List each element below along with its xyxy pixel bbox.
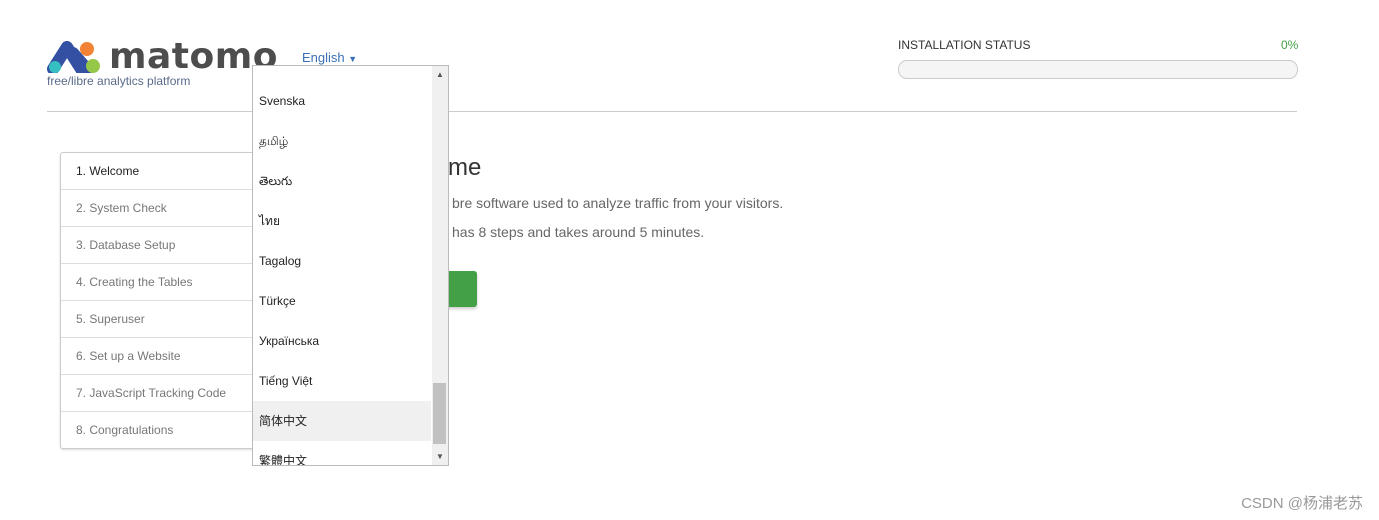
language-dropdown[interactable]: 繁體中文 简体中文 Tiếng Việt Українська Türkçe Tagalo… (252, 65, 449, 466)
dropdown-scrollbar[interactable]: ▲ ▼ (432, 66, 448, 465)
intro-text: bre software used to analyze traffic fro… (452, 195, 784, 211)
step-item: 4. Creating the Tables (61, 263, 271, 300)
scroll-down-icon[interactable]: ▼ (436, 452, 444, 461)
language-option[interactable]: Svenska (253, 81, 431, 121)
language-option[interactable]: Українська (253, 321, 431, 361)
matomo-logo: matomo (47, 36, 278, 77)
installation-status-label: INSTALLATION STATUS (898, 38, 1031, 52)
installation-percent: 0% (1281, 38, 1299, 52)
step-item: 7. JavaScript Tracking Code (61, 374, 271, 411)
installation-progress-bar (898, 60, 1298, 79)
watermark: CSDN @杨浦老苏 (1241, 495, 1363, 512)
language-selector[interactable]: English ▼ (302, 50, 357, 65)
scroll-up-icon[interactable]: ▲ (436, 70, 444, 79)
matomo-logo-icon (47, 40, 100, 73)
language-option[interactable]: தமிழ் (253, 121, 431, 161)
header-divider (47, 111, 1297, 112)
language-option[interactable]: 繁體中文 (253, 441, 431, 465)
step-item: 3. Database Setup (61, 226, 271, 263)
scrollbar-thumb[interactable] (433, 383, 446, 444)
step-item: 6. Set up a Website (61, 337, 271, 374)
page-title: me (448, 154, 482, 181)
step-item: 8. Congratulations (61, 411, 271, 448)
language-option[interactable]: Türkçe (253, 281, 431, 321)
language-option[interactable]: Tiếng Việt (253, 361, 431, 401)
language-option[interactable]: Tagalog (253, 241, 431, 281)
language-option[interactable]: ไทย (253, 201, 431, 241)
language-option[interactable]: తెలుగు (253, 161, 431, 201)
language-option[interactable]: 简体中文 (253, 401, 431, 441)
steps-list: 1. Welcome 2. System Check 3. Database Set… (60, 152, 272, 449)
language-label: English (302, 50, 345, 65)
step-item: 5. Superuser (61, 300, 271, 337)
step-item: 2. System Check (61, 189, 271, 226)
caret-down-icon: ▼ (348, 54, 358, 64)
step-item: 1. Welcome (76, 164, 140, 178)
steps-info-text: has 8 steps and takes around 5 minutes. (452, 224, 705, 240)
tagline: free/libre analytics platform (47, 74, 191, 88)
